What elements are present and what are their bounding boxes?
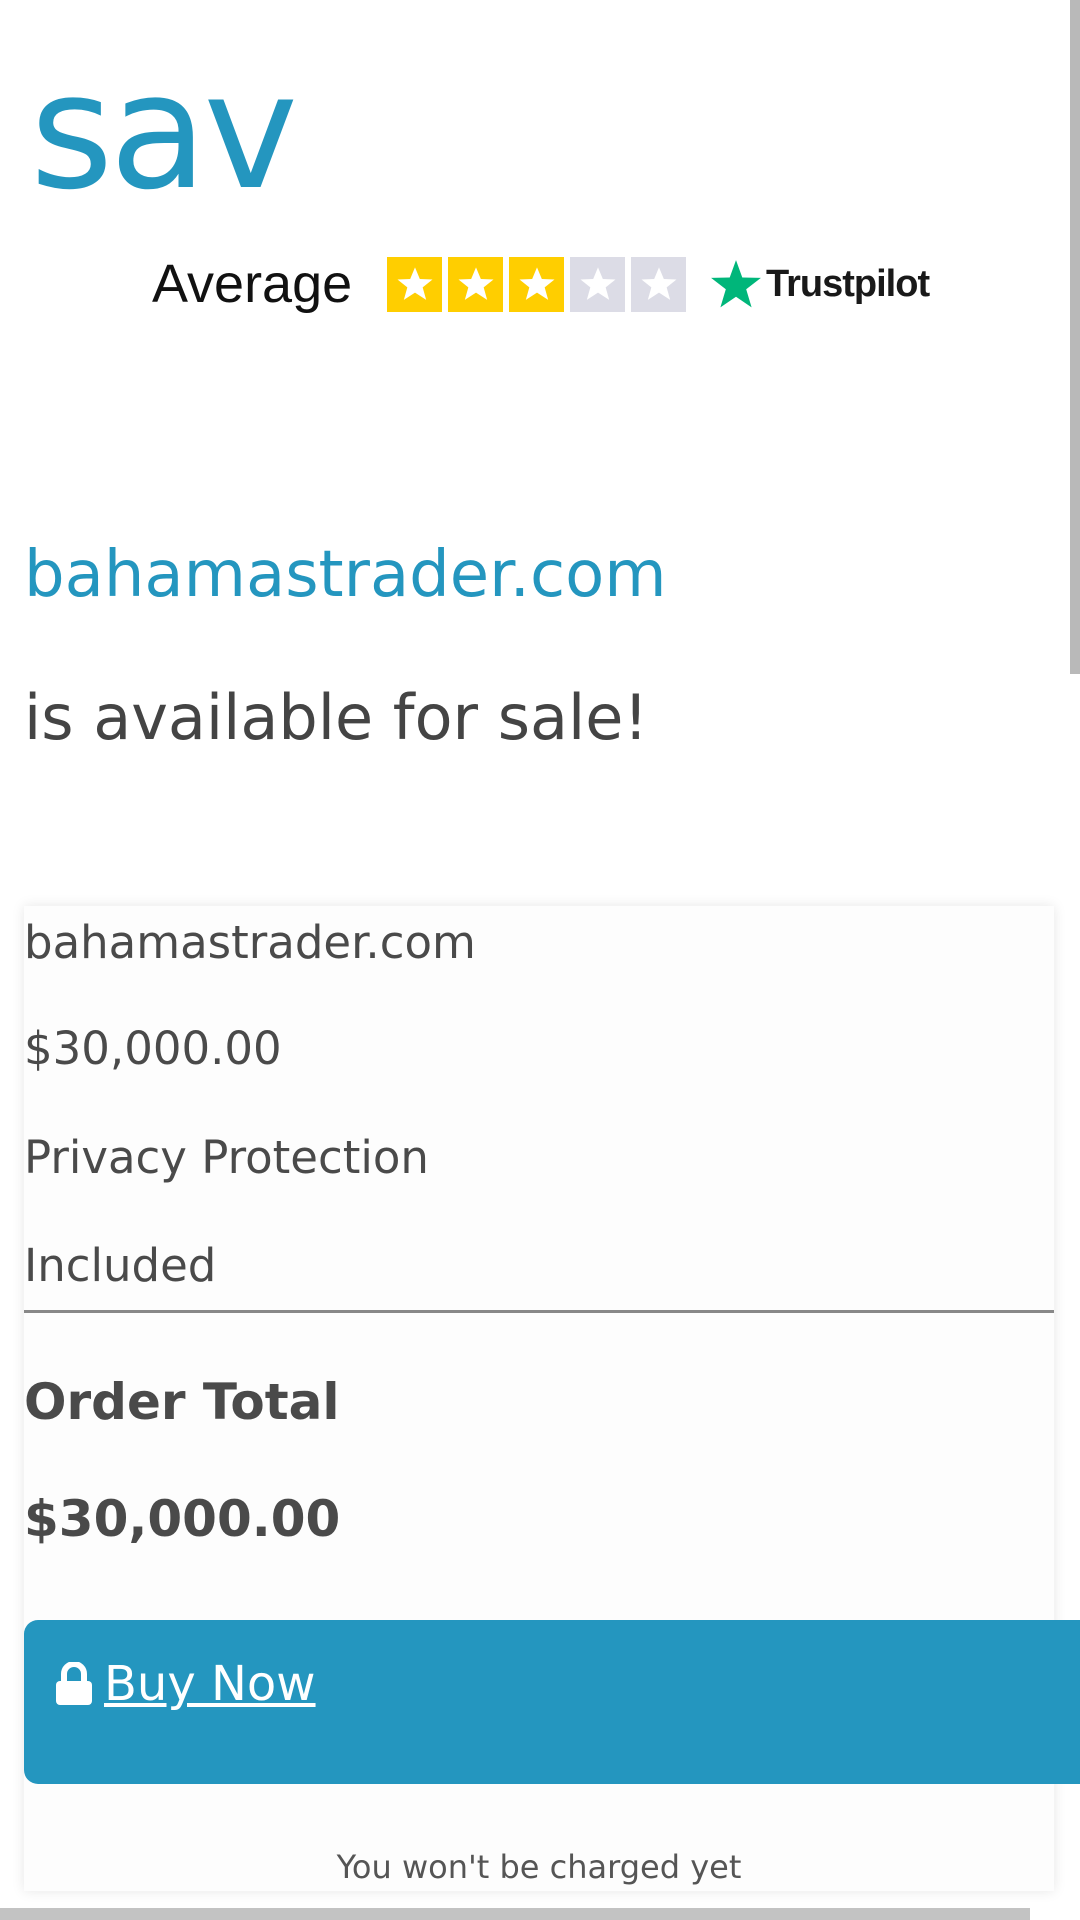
star-icon xyxy=(448,256,503,312)
privacy-protection-label: Privacy Protection xyxy=(24,1131,429,1184)
star-empty-icon xyxy=(570,256,625,312)
charge-note: You won't be charged yet xyxy=(336,1848,742,1886)
lock-icon xyxy=(56,1662,92,1705)
order-total-label: Order Total xyxy=(24,1373,340,1431)
rating-stars xyxy=(387,256,686,312)
divider xyxy=(24,1310,1054,1313)
brand-logo[interactable]: sav xyxy=(30,52,298,212)
sale-subtitle: is available for sale! xyxy=(24,681,649,754)
trustpilot-star-icon xyxy=(711,260,761,308)
buy-now-button[interactable]: Buy Now xyxy=(24,1620,1080,1784)
trustpilot-logo: Trustpilot xyxy=(710,258,930,310)
buy-now-label[interactable]: Buy Now xyxy=(104,1656,316,1712)
vertical-scrollbar[interactable] xyxy=(1070,0,1080,674)
star-icon xyxy=(387,256,442,312)
order-total-value: $30,000.00 xyxy=(24,1490,341,1548)
privacy-protection-value: Included xyxy=(24,1239,217,1292)
horizontal-scrollbar[interactable] xyxy=(0,1908,1030,1920)
trustpilot-name: Trustpilot xyxy=(766,262,930,305)
rating-label: Average xyxy=(152,254,353,314)
buy-now-content[interactable]: Buy Now xyxy=(54,1656,316,1712)
order-domain: bahamastrader.com xyxy=(24,916,476,969)
domain-heading: bahamastrader.com xyxy=(24,538,667,612)
order-price: $30,000.00 xyxy=(24,1022,282,1075)
star-empty-icon xyxy=(631,256,686,312)
trustpilot-widget[interactable]: Average Trustpilot xyxy=(152,252,932,316)
star-icon xyxy=(509,256,564,312)
page: sav Average Trustpilot bahamastrader.com… xyxy=(0,0,1080,1920)
